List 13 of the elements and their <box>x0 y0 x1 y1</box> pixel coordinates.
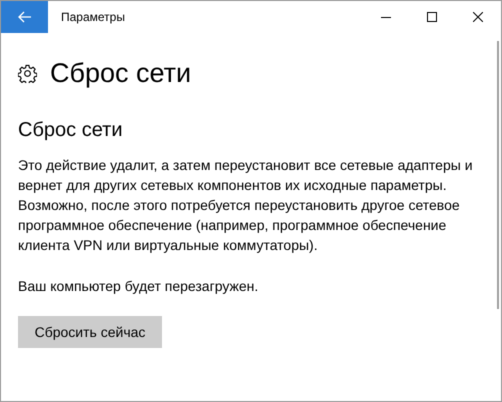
settings-icon <box>18 64 37 82</box>
section-title: Сброс сети <box>18 118 124 143</box>
back-button[interactable] <box>1 1 48 33</box>
scrollbar[interactable] <box>497 41 499 309</box>
back-arrow-icon <box>18 11 32 23</box>
paragraph: Это действие удалит, а затем переустановит все сетевые адаптеры и вернет для других сетевых компонентов их исходные параметры. Возможно, после этого потребуется переустановить другое сетевое программное обеспечение (например, программное обеспечение клиента VPN или виртуальные коммутаторы). <box>18 156 474 255</box>
maximize-icon <box>427 12 437 22</box>
paragraph: Ваш компьютер будет перезагружен. <box>18 277 260 296</box>
minimize-icon <box>381 16 391 18</box>
reset-button[interactable]: Сбросить сейчас <box>18 316 162 348</box>
page-title: Сброс сети <box>50 57 192 90</box>
close-icon <box>473 12 483 22</box>
window-title: Параметры <box>61 9 125 26</box>
